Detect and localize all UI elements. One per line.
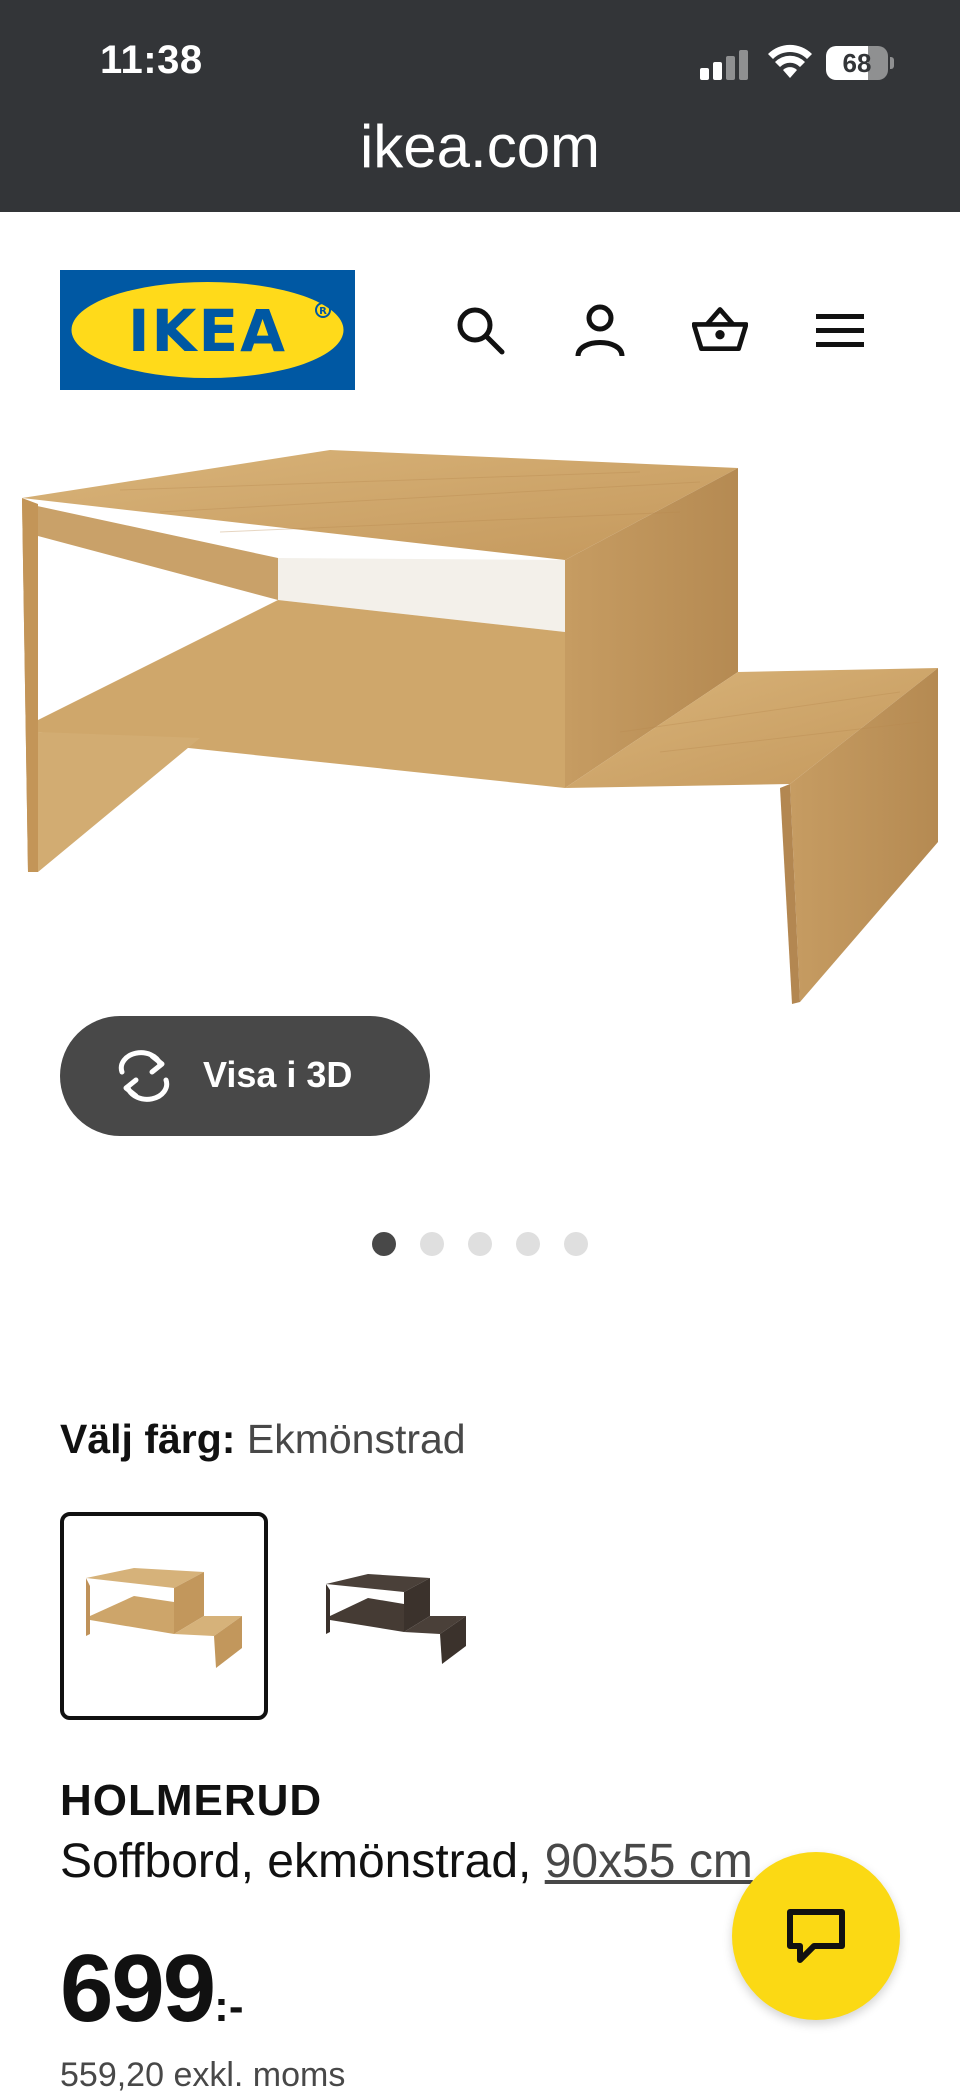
product-image[interactable] <box>0 432 960 1072</box>
product-description-text: Soffbord, ekmönstrad, <box>60 1835 545 1888</box>
price-excl-vat: 559,20 exkl. moms <box>60 2056 346 2094</box>
ikea-logo[interactable]: IKEA R <box>60 270 355 390</box>
rotate-3d-icon <box>118 1050 170 1102</box>
chat-bubble-icon <box>787 1909 845 1963</box>
menu-icon[interactable] <box>812 302 868 358</box>
price-value: 699 <box>60 1935 216 2042</box>
gallery-dot-3[interactable] <box>468 1232 492 1256</box>
product-description: Soffbord, ekmönstrad, 90x55 cm <box>60 1834 753 1889</box>
product-name: HOLMERUD <box>60 1776 323 1825</box>
account-icon[interactable] <box>572 302 628 358</box>
color-swatch-oak-effect[interactable] <box>60 1512 268 1720</box>
battery-icon: 68 <box>826 46 894 80</box>
url-bar[interactable]: ikea.com <box>0 112 960 181</box>
shopping-basket-icon[interactable] <box>692 302 748 358</box>
gallery-dot-5[interactable] <box>564 1232 588 1256</box>
gallery-dot-4[interactable] <box>516 1232 540 1256</box>
browser-status-bar: 11:38 68 ikea.com <box>0 0 960 212</box>
wifi-icon <box>768 44 812 78</box>
site-header: IKEA R <box>0 212 960 432</box>
cellular-signal-icon <box>700 50 750 80</box>
status-time: 11:38 <box>100 38 203 82</box>
search-icon[interactable] <box>452 302 508 358</box>
chat-button[interactable] <box>732 1852 900 2020</box>
gallery-dot-2[interactable] <box>420 1232 444 1256</box>
svg-text:IKEA: IKEA <box>128 297 287 365</box>
svg-text:R: R <box>319 306 327 317</box>
gallery-dot-1[interactable] <box>372 1232 396 1256</box>
product-price: 699:- <box>60 1934 243 2044</box>
color-swatch-black-brown[interactable] <box>298 1512 506 1720</box>
color-value: Ekmönstrad <box>246 1416 466 1462</box>
view-in-3d-label: Visa i 3D <box>203 1054 353 1095</box>
product-size-link[interactable]: 90x55 cm <box>545 1835 753 1888</box>
view-in-3d-button[interactable]: Visa i 3D <box>60 1016 430 1136</box>
battery-level: 68 <box>842 48 872 78</box>
color-label: Välj färg: <box>60 1416 236 1462</box>
price-suffix: :- <box>214 1982 244 2031</box>
color-selector-label: Välj färg: Ekmönstrad <box>60 1416 466 1463</box>
